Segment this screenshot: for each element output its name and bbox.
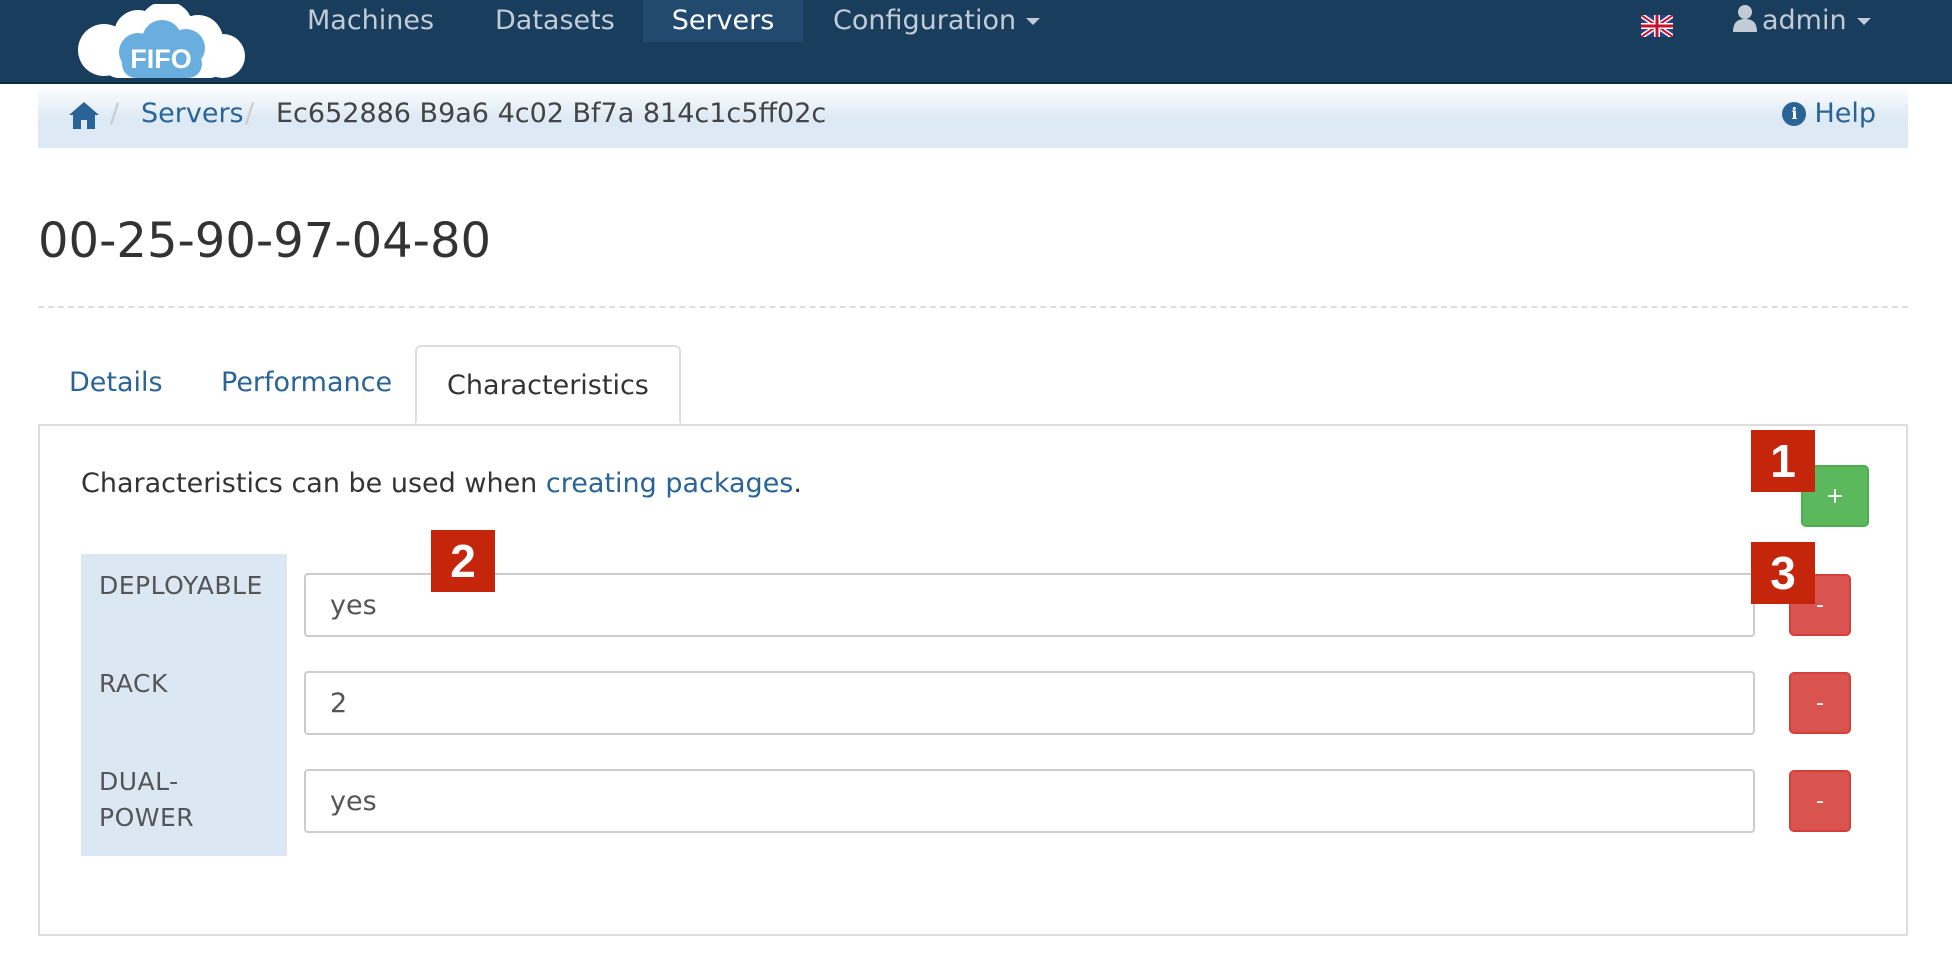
breadcrumb-separator: / (110, 98, 120, 129)
page-title: 00-25-90-97-04-80 (38, 213, 492, 269)
title-divider (38, 306, 1908, 308)
info-icon: i (1782, 102, 1807, 126)
creating-packages-link[interactable]: creating packages (546, 468, 793, 499)
breadcrumb: / Servers / Ec652886 B9a6 4c02 Bf7a 814c… (38, 84, 1908, 148)
characteristics-labels: DEPLOYABLE RACK DUAL-POWER (81, 554, 287, 856)
intro-text: Characteristics can be used when (81, 468, 546, 499)
chevron-down-icon (1026, 18, 1041, 25)
characteristic-value-deployable[interactable] (304, 573, 1755, 637)
remove-dual-power-button[interactable]: - (1789, 770, 1851, 832)
callout-marker-1: 1 (1751, 430, 1815, 492)
uk-flag-icon[interactable] (1641, 15, 1673, 37)
tab-details[interactable]: Details (69, 367, 163, 398)
characteristic-label-rack: RACK (99, 669, 168, 698)
characteristics-intro: Characteristics can be used when creatin… (81, 468, 802, 499)
help-link[interactable]: i Help (1782, 98, 1876, 129)
characteristic-value-dual-power[interactable] (304, 769, 1755, 833)
tab-performance[interactable]: Performance (221, 367, 392, 398)
callout-marker-3: 3 (1751, 542, 1815, 604)
home-icon[interactable] (68, 100, 100, 130)
cloud-logo-icon: FIFO (78, 1, 245, 78)
user-name: admin (1762, 5, 1847, 36)
tab-bar: Details Performance Characteristics (38, 345, 1908, 426)
characteristic-value-rack[interactable] (304, 671, 1755, 735)
nav-machines[interactable]: Machines (307, 0, 434, 42)
logo-text: FIFO (130, 44, 192, 74)
tab-characteristics[interactable]: Characteristics (415, 345, 681, 424)
nav-servers[interactable]: Servers (643, 0, 803, 42)
nav-datasets[interactable]: Datasets (495, 0, 615, 42)
nav-configuration-label: Configuration (833, 5, 1017, 36)
breadcrumb-current-server: Ec652886 B9a6 4c02 Bf7a 814c1c5ff02c (276, 98, 827, 129)
chevron-down-icon (1856, 18, 1871, 25)
characteristic-label-dual-power: DUAL-POWER (99, 767, 195, 832)
top-navbar: FIFO Machines Datasets Servers Configura… (0, 0, 1952, 84)
help-label: Help (1814, 98, 1876, 129)
nav-configuration[interactable]: Configuration (833, 0, 1041, 42)
remove-rack-button[interactable]: - (1789, 672, 1851, 734)
user-menu[interactable]: admin (1732, 0, 1871, 42)
breadcrumb-servers-link[interactable]: Servers (141, 98, 244, 129)
breadcrumb-separator: / (245, 98, 255, 129)
user-icon (1733, 5, 1757, 32)
intro-suffix: . (793, 468, 802, 499)
characteristics-panel: Characteristics can be used when creatin… (38, 424, 1908, 936)
callout-marker-2: 2 (431, 530, 495, 592)
fifo-logo[interactable]: FIFO (68, 1, 254, 82)
characteristic-label-deployable: DEPLOYABLE (99, 571, 263, 600)
